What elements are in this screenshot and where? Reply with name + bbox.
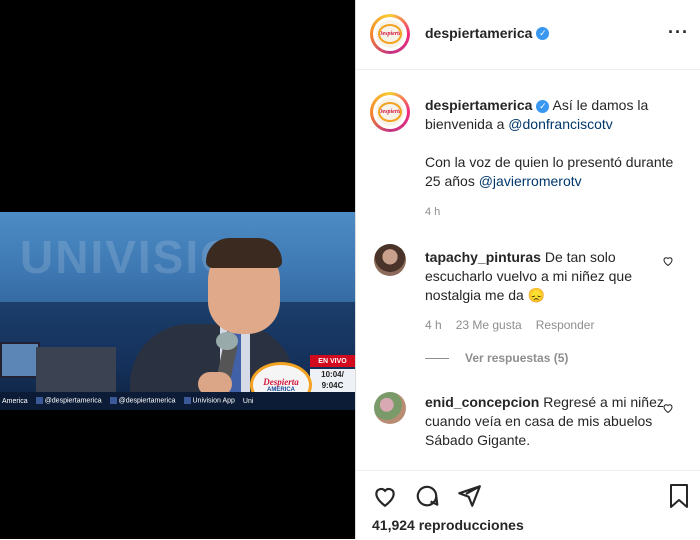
app-icon: [183, 397, 191, 405]
ticker-item: @despiertamerica: [35, 397, 102, 405]
replies-divider: [425, 357, 449, 359]
caption: despiertamerica ✓ Así le damos la bienven…: [425, 96, 687, 222]
ticker-item: Uni: [242, 397, 254, 405]
avatar[interactable]: Despierta: [370, 14, 410, 54]
post-footer: 41,924 reproducciones: [356, 470, 700, 540]
ticker-item-text: @despiertamerica: [118, 397, 176, 405]
live-badge: EN VIVO: [310, 355, 355, 367]
reply-button[interactable]: Responder: [536, 318, 595, 332]
comment-avatar[interactable]: [374, 392, 406, 424]
twitter-icon: [35, 397, 43, 405]
studio-monitor: [0, 342, 40, 378]
comment-meta: 4 h 23 Me gusta Responder: [425, 318, 594, 332]
more-icon[interactable]: ···: [668, 22, 689, 43]
caption-avatar[interactable]: Despierta: [370, 92, 410, 132]
facebook-icon: [109, 397, 117, 405]
share-icon[interactable]: [456, 483, 482, 509]
ticker-item-text: @despiertamerica: [44, 397, 102, 405]
caption-time[interactable]: 4 h: [425, 203, 687, 222]
caption-mention-2[interactable]: @javierromerotv: [479, 173, 582, 189]
presenter-hair: [206, 238, 282, 268]
view-replies-label[interactable]: Ver respuestas (5): [465, 351, 568, 365]
microphone-head: [216, 332, 238, 350]
ticker-item: @despiertamerica: [109, 397, 176, 405]
action-bar: [372, 483, 482, 509]
post-header: Despierta despiertamerica ✓ ···: [356, 0, 700, 70]
ticker-item-text: Univision App: [192, 397, 235, 405]
news-ticker: America @despiertamerica @despiertameric…: [0, 392, 355, 410]
caption-mention-1[interactable]: @donfranciscotv: [508, 116, 612, 132]
post-panel: Despierta despiertamerica ✓ ··· Despierta…: [355, 0, 700, 539]
clock-line-2: 9:04C: [321, 381, 344, 390]
verified-icon: ✓: [536, 99, 550, 113]
show-logo-text: Despierta: [263, 376, 299, 387]
clock-line-1: 10:04/: [321, 370, 344, 379]
heart-icon[interactable]: [372, 483, 398, 509]
comment-text: tapachy_pinturas De tan solo escucharlo …: [425, 248, 665, 305]
ticker-item: America: [2, 397, 28, 405]
bookmark-icon[interactable]: [667, 483, 691, 509]
ticker-item: Univision App: [183, 397, 235, 405]
header-user: despiertamerica ✓: [425, 25, 550, 43]
view-replies[interactable]: Ver respuestas (5): [425, 351, 568, 365]
view-count: 41,924 reproducciones: [372, 517, 524, 533]
comment-username[interactable]: tapachy_pinturas: [425, 249, 541, 265]
comment-avatar[interactable]: [374, 244, 406, 276]
comment-username[interactable]: enid_concepcion: [425, 394, 539, 410]
caption-username[interactable]: despiertamerica: [425, 97, 532, 113]
broadcast-clock: 10:04/ 9:04C: [310, 369, 355, 393]
video-frame[interactable]: UNIVISION EN VIVO 10:04/ 9:04C Despierta…: [0, 212, 355, 410]
verified-icon: ✓: [536, 27, 550, 41]
comment-icon[interactable]: [414, 483, 440, 509]
video-player[interactable]: UNIVISION EN VIVO 10:04/ 9:04C Despierta…: [0, 0, 355, 539]
header-username[interactable]: despiertamerica: [425, 25, 532, 41]
studio-desk: [36, 347, 116, 397]
comment-time[interactable]: 4 h: [425, 318, 442, 332]
comment-likes[interactable]: 23 Me gusta: [456, 318, 522, 332]
comment-text: enid_concepcion Regresé a mi niñez cuand…: [425, 393, 665, 450]
heart-icon[interactable]: [662, 255, 674, 267]
heart-icon[interactable]: [662, 402, 674, 414]
